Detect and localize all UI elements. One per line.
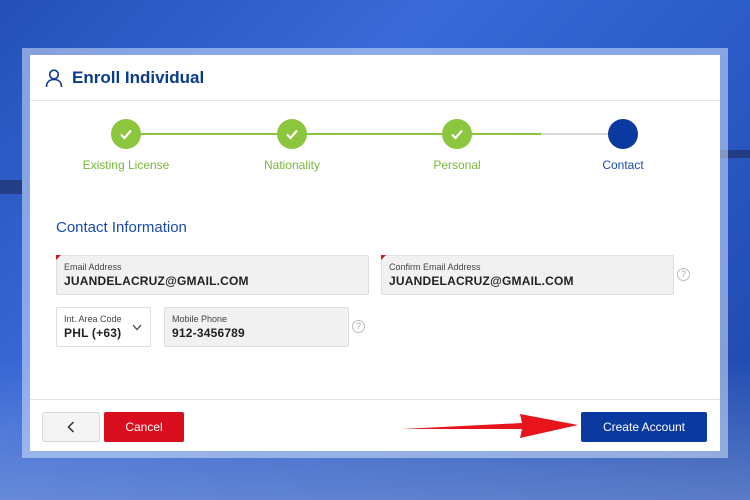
step-label: Personal xyxy=(433,158,481,172)
confirm-email-label: Confirm Email Address xyxy=(389,262,481,272)
chevron-left-icon xyxy=(67,421,75,433)
step-label: Nationality xyxy=(263,158,321,172)
email-value: JUANDELACRUZ@GMAIL.COM xyxy=(64,274,249,288)
check-icon xyxy=(277,119,307,149)
back-button[interactable] xyxy=(42,412,100,442)
email-label: Email Address xyxy=(64,262,122,272)
enroll-card: Enroll Individual Existing License Natio… xyxy=(30,55,720,451)
mobile-phone-label: Mobile Phone xyxy=(172,314,228,324)
step-nationality[interactable]: Nationality xyxy=(232,119,352,172)
help-icon[interactable]: ? xyxy=(352,320,365,333)
confirm-email-value: JUANDELACRUZ@GMAIL.COM xyxy=(389,274,574,288)
card-header: Enroll Individual xyxy=(30,55,720,101)
step-existing-license[interactable]: Existing License xyxy=(66,119,186,172)
annotation-arrow xyxy=(402,414,578,438)
step-contact[interactable]: Contact xyxy=(563,119,683,172)
email-field[interactable]: Email Address JUANDELACRUZ@GMAIL.COM xyxy=(56,255,369,295)
mobile-phone-field[interactable]: Mobile Phone 912-3456789 xyxy=(164,307,349,347)
cancel-button[interactable]: Cancel xyxy=(104,412,184,442)
check-icon xyxy=(442,119,472,149)
active-step-dot xyxy=(608,119,638,149)
area-code-label: Int. Area Code xyxy=(64,314,122,324)
area-code-select[interactable]: Int. Area Code PHL (+63) xyxy=(56,307,151,347)
card-footer: Cancel Create Account xyxy=(30,399,720,451)
required-marker xyxy=(381,255,386,260)
background-lamp xyxy=(0,180,22,194)
required-marker xyxy=(56,255,61,260)
page-title: Enroll Individual xyxy=(72,67,205,87)
create-account-button[interactable]: Create Account xyxy=(581,412,707,442)
check-icon xyxy=(111,119,141,149)
help-icon[interactable]: ? xyxy=(677,268,690,281)
user-icon xyxy=(45,68,63,87)
section-title: Contact Information xyxy=(56,219,187,236)
step-label: Contact xyxy=(602,158,644,172)
chevron-down-icon xyxy=(132,324,142,331)
step-personal[interactable]: Personal xyxy=(397,119,517,172)
progress-stepper: Existing License Nationality Personal Co… xyxy=(30,101,720,201)
mobile-phone-value: 912-3456789 xyxy=(172,326,245,340)
confirm-email-field[interactable]: Confirm Email Address JUANDELACRUZ@GMAIL… xyxy=(381,255,674,295)
step-label: Existing License xyxy=(82,158,170,172)
